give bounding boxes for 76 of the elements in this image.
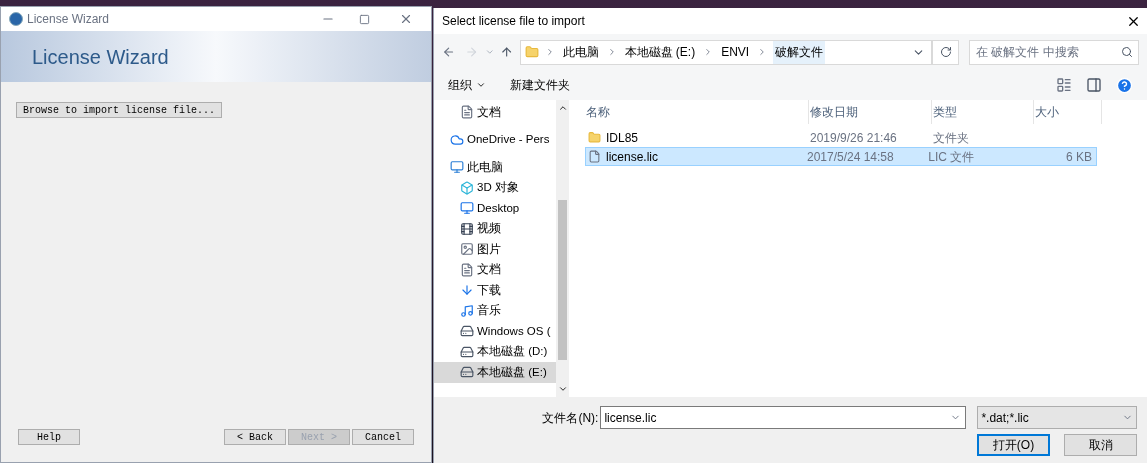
document-icon [460,105,474,120]
cloud-icon [450,132,464,147]
sidebar-item[interactable]: 本地磁盘 (E:) [434,362,556,383]
music-icon [460,303,474,318]
folder-icon [588,131,601,144]
file-name: IDL85 [606,129,639,147]
file-type: 文件夹 [933,129,970,147]
sidebar-item[interactable]: OneDrive - Pers [434,129,556,150]
sidebar-item[interactable]: 文档 [434,259,556,280]
window-title: License Wizard [27,11,110,28]
header-title: License Wizard [32,44,169,70]
image-icon [460,242,474,257]
address-bar[interactable]: 此电脑 本地磁盘 (E:) ENVI 破解文件 [519,39,933,65]
column-header[interactable]: 类型 [932,100,1034,124]
drive-icon [460,365,474,380]
file-type-select[interactable]: *.dat;*.lic [977,406,1137,429]
scroll-down-icon[interactable] [557,384,568,394]
cancel-button[interactable]: 取消 [1064,434,1137,456]
breadcrumb-item[interactable]: ENVI [719,40,752,64]
monitor-icon [460,201,474,216]
maximize-icon[interactable] [359,13,370,25]
help-icon[interactable] [1116,76,1133,94]
film-icon [460,221,474,236]
sidebar-item[interactable]: Windows OS ( [434,321,556,342]
monitor-icon [450,160,464,175]
cancel-button[interactable]: Cancel [352,429,414,445]
new-folder-button[interactable]: 新建文件夹 [510,76,570,94]
app-logo-icon [9,12,23,26]
breadcrumb-item[interactable]: 本地磁盘 (E:) [622,40,698,64]
preview-pane-icon[interactable] [1086,77,1102,93]
sidebar-item[interactable]: 图片 [434,239,556,260]
sidebar-item[interactable]: Desktop [434,198,556,219]
dialog-title: Select license file to import [442,13,585,30]
view-options-icon[interactable] [1056,77,1072,93]
sidebar-item[interactable]: 音乐 [434,300,556,321]
sidebar-item[interactable]: 3D 对象 [434,177,556,198]
scroll-up-icon[interactable] [557,103,568,113]
breadcrumb-item[interactable]: 破解文件 [773,40,826,64]
back-button[interactable]: < Back [224,429,286,445]
open-button[interactable]: 打开(O) [977,434,1050,456]
sidebar-item[interactable]: 视频 [434,218,556,239]
file-name: license.lic [606,148,659,166]
sidebar-item[interactable]: 下载 [434,280,556,301]
sidebar-item[interactable]: 文档 [434,102,556,123]
column-header[interactable]: 修改日期 [809,100,932,124]
file-date: 2017/5/24 14:58 [806,148,895,166]
column-header[interactable]: 大小 [1034,100,1102,124]
help-button[interactable]: Help [18,429,80,445]
column-header[interactable]: 名称 [585,100,809,124]
filename-label: 文件名(N): [541,409,599,427]
breadcrumb-item[interactable]: 此电脑 [560,40,601,64]
cube-icon [460,180,474,195]
file-type: LIC 文件 [928,148,976,166]
filename-field[interactable]: license.lic [600,406,967,429]
sidebar-item[interactable]: 本地磁盘 (D:) [434,341,556,362]
sidebar-item[interactable]: 此电脑 [434,157,556,178]
scrollbar[interactable] [556,100,569,397]
refresh-icon [939,46,952,58]
organize-menu[interactable]: 组织 [448,76,486,94]
file-size: 6 KB [1065,148,1093,166]
folder-icon [524,45,539,59]
search-icon[interactable] [1121,45,1133,58]
download-icon [460,283,474,298]
search-field[interactable]: 在 破解文件 中搜索 [969,39,1139,65]
refresh-button[interactable] [932,39,959,65]
drive-icon [460,324,474,339]
browse-button[interactable]: Browse to import license file... [16,102,223,118]
back-icon[interactable] [442,45,456,59]
file-date: 2019/9/26 21:46 [810,129,898,147]
caret-icon [476,80,486,90]
file-row[interactable]: license.lic 2017/5/24 14:58 LIC 文件 6 KB [585,147,1097,166]
file-icon [588,150,601,163]
file-row[interactable]: IDL85 2019/9/26 21:46 文件夹 [585,128,1097,147]
drive-icon [460,344,474,359]
up-icon[interactable] [500,45,514,59]
document-icon [460,262,474,277]
